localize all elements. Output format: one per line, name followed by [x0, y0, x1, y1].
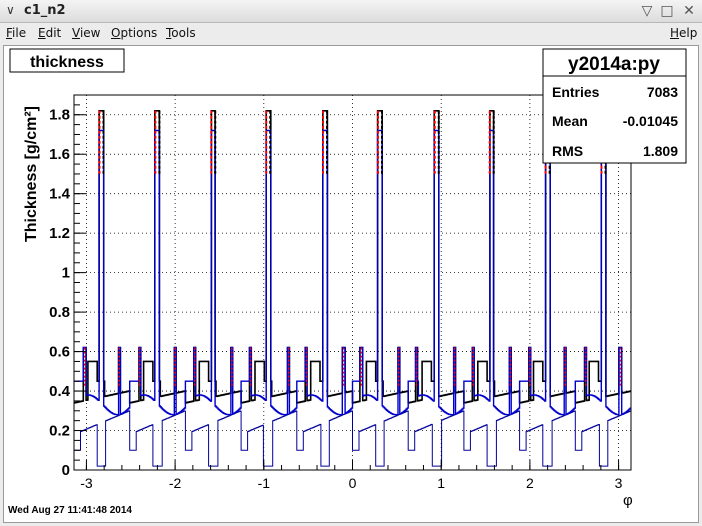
x-tick-label: -2 — [169, 475, 182, 491]
menu-view[interactable]: View — [72, 26, 100, 40]
date-stamp: Wed Aug 27 11:41:48 2014 — [8, 505, 132, 516]
plot-title: thickness — [30, 54, 104, 71]
menu-options[interactable]: Options — [111, 26, 157, 40]
x-tick-label: 1 — [437, 475, 445, 491]
x-tick-label: -1 — [258, 475, 271, 491]
menu-edit[interactable]: Edit — [38, 26, 61, 40]
window-title: c1_n2 — [24, 3, 66, 18]
maximize-icon[interactable]: □ — [658, 2, 676, 20]
axis-ticks: -3 -2 -1 0 1 2 3 0 0.2 0.4 0.6 0.8 1 1.2 1.4 1.6 1.8 — [49, 104, 623, 491]
stats-rms-label: RMS — [552, 143, 583, 159]
x-tick-label: 3 — [615, 475, 623, 491]
stats-name: y2014a:py — [568, 54, 660, 75]
y-tick-label: 0.8 — [49, 304, 70, 321]
histogram-svg: -3 -2 -1 0 1 2 3 0 0.2 0.4 0.6 0.8 1 1.2 1.4 1.6 1.8 thi… — [8, 48, 687, 516]
y-axis-label: Thickness [g/cm²] — [23, 106, 40, 242]
y-tick-label: 1.6 — [49, 146, 70, 163]
stats-mean-label: Mean — [552, 113, 588, 129]
window-menu-icon[interactable]: ∨ — [6, 3, 15, 17]
stats-mean-value: -0.01045 — [623, 113, 678, 129]
stats-entries-value: 7083 — [647, 84, 678, 100]
stats-box: y2014a:py Entries 7083 Mean -0.01045 RMS… — [542, 48, 687, 164]
x-tick-label: 2 — [526, 475, 534, 491]
y-tick-label: 1 — [62, 265, 70, 282]
menu-bar: File Edit View Options Tools Help — [0, 23, 702, 45]
y-tick-label: 0.4 — [49, 383, 71, 400]
histogram-curves — [74, 110, 631, 467]
minimize-icon[interactable]: ▽ — [638, 2, 656, 20]
blue-series — [74, 129, 631, 416]
y-tick-label: 0.6 — [49, 344, 70, 361]
y-tick-label: 1.2 — [49, 225, 70, 242]
x-tick-label: 0 — [349, 475, 357, 491]
thin-blue-series — [74, 410, 631, 467]
window-titlebar: ∨ c1_n2 ▽ □ ✕ — [0, 0, 702, 23]
y-tick-label: 1.4 — [49, 186, 71, 203]
close-icon[interactable]: ✕ — [680, 2, 698, 20]
menu-tools[interactable]: Tools — [166, 26, 196, 40]
stats-entries-label: Entries — [552, 84, 600, 100]
x-tick-label: -3 — [80, 475, 93, 491]
menu-file[interactable]: File — [6, 26, 26, 40]
y-tick-label: 1.8 — [49, 107, 70, 124]
menu-help[interactable]: Help — [670, 26, 697, 40]
y-tick-label: 0.2 — [49, 423, 70, 440]
stats-rms-value: 1.809 — [643, 143, 678, 159]
x-axis-label: φ — [623, 492, 633, 509]
y-tick-label: 0 — [62, 462, 70, 479]
plot-canvas[interactable]: -3 -2 -1 0 1 2 3 0 0.2 0.4 0.6 0.8 1 1.2 1.4 1.6 1.8 thi… — [3, 45, 699, 523]
